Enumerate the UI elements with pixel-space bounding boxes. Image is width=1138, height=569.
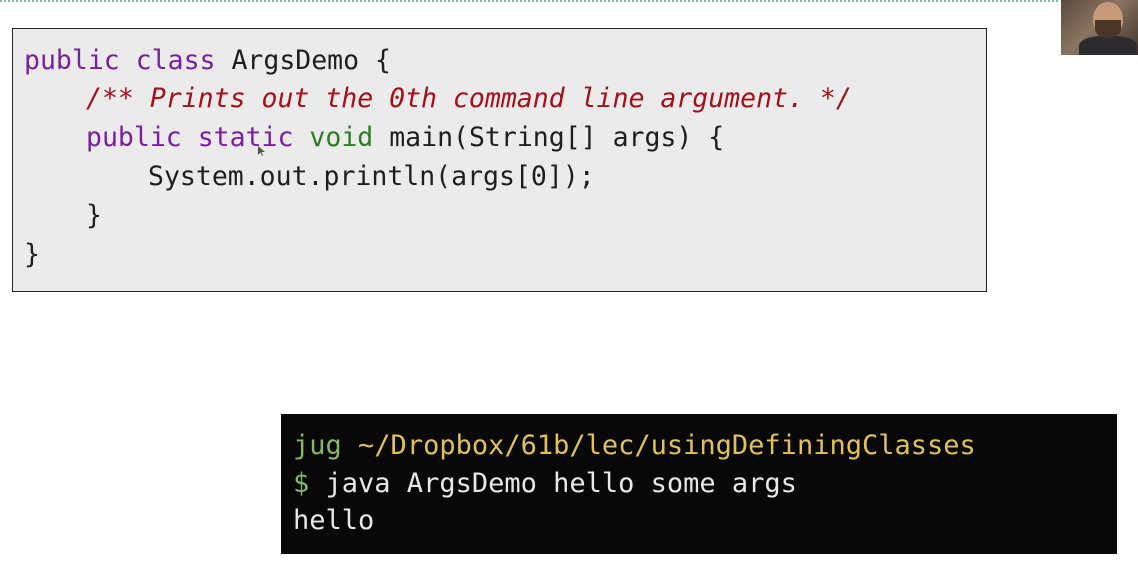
terminal-output: hello <box>293 505 375 536</box>
code-line-5: } <box>86 198 102 234</box>
method-closing-brace: } <box>86 200 102 231</box>
terminal-cwd-path: ~/Dropbox/61b/lec/usingDefiningClasses <box>358 430 976 461</box>
code-line-4: System.out.println(args[0]); <box>148 159 595 195</box>
webcam-person-beard <box>1095 20 1121 38</box>
terminal-command-line: $ java ArgsDemo hello some args <box>293 466 797 502</box>
webcam-person-shirt <box>1079 36 1137 55</box>
code-snippet-box: public class ArgsDemo { /** Prints out t… <box>12 28 987 292</box>
javadoc-comment: /** Prints out the 0th command line argu… <box>86 83 852 114</box>
keyword-class: class <box>135 45 216 76</box>
method-signature: main(String[] args) { <box>389 122 725 153</box>
println-statement: System.out.println(args[0]); <box>148 161 595 192</box>
code-line-3: public static void main(String[] args) { <box>86 120 724 156</box>
keyword-void: void <box>309 122 374 153</box>
slide-top-divider <box>0 0 1058 5</box>
mouse-cursor-icon <box>258 146 265 156</box>
terminal-username: jug <box>293 430 342 461</box>
terminal-prompt-line: jug ~/Dropbox/61b/lec/usingDefiningClass… <box>293 428 976 464</box>
class-closing-brace: } <box>24 239 40 270</box>
keyword-public: public <box>24 45 120 76</box>
terminal-output-line: hello <box>293 503 374 539</box>
terminal-command: java ArgsDemo hello some args <box>325 468 797 499</box>
keyword-static: static <box>197 122 294 153</box>
code-line-2: /** Prints out the 0th command line argu… <box>86 81 852 117</box>
class-declaration: ArgsDemo { <box>231 45 391 76</box>
code-line-1: public class ArgsDemo { <box>24 43 391 79</box>
webcam-thumbnail <box>1061 0 1138 55</box>
terminal-prompt-symbol: $ <box>293 468 310 499</box>
keyword-public: public <box>86 122 182 153</box>
code-line-6: } <box>24 237 40 273</box>
terminal-window: jug ~/Dropbox/61b/lec/usingDefiningClass… <box>281 414 1117 554</box>
